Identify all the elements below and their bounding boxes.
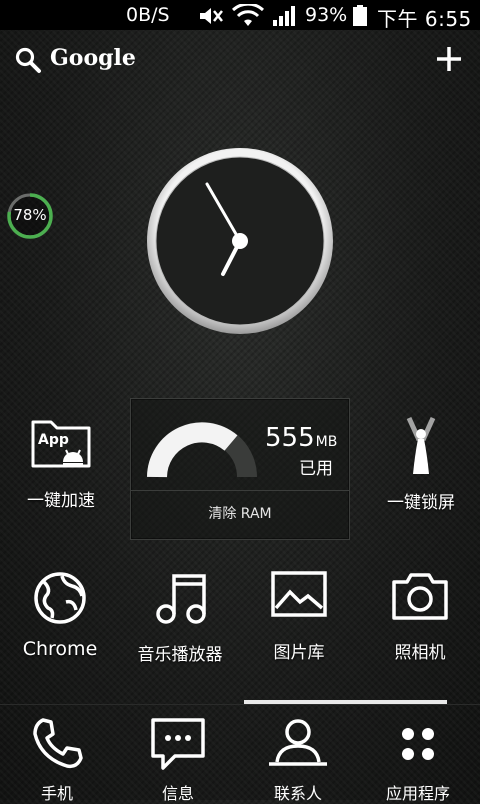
mute-icon: [200, 8, 223, 24]
apps-grid-icon: [402, 728, 434, 760]
search-icon[interactable]: [14, 46, 42, 74]
dock-apps-label: 应用程序: [385, 784, 450, 803]
fairy-icon: [406, 416, 436, 474]
camera-icon: [392, 573, 448, 620]
ram-used-label: 已用: [299, 459, 333, 479]
chrome-label: Chrome: [22, 638, 98, 660]
google-search-label[interactable]: Google: [50, 45, 136, 71]
memory-ring-label: 78%: [13, 206, 47, 224]
chrome-app[interactable]: Chrome: [18, 570, 102, 660]
message-icon: [151, 718, 205, 770]
lock-screen-shortcut[interactable]: 一键锁屏: [380, 414, 462, 513]
music-note-icon: [156, 574, 206, 624]
gallery-label: 图片库: [273, 643, 325, 663]
signal-icon: [273, 6, 295, 26]
status-bar-left-area: [0, 0, 96, 30]
camera-app[interactable]: 照相机: [378, 570, 462, 663]
dock-contacts-label: 联系人: [273, 784, 322, 803]
camera-label: 照相机: [394, 643, 446, 663]
wifi-icon: [232, 4, 264, 26]
dock-phone-label: 手机: [40, 784, 73, 803]
status-bar: 0B/S 93% 下午 6:55: [0, 0, 480, 31]
boost-label: 一键加速: [27, 491, 95, 511]
svg-text:App: App: [38, 432, 69, 448]
net-speed: 0B/S: [126, 4, 170, 26]
add-icon[interactable]: [434, 44, 464, 74]
ram-unit: MB: [315, 434, 338, 450]
phone-icon: [33, 718, 83, 769]
ram-used-value: 555MB: [265, 423, 338, 453]
dock-messages[interactable]: 信息: [123, 716, 233, 804]
boost-shortcut[interactable]: App 一键加速: [14, 414, 108, 511]
status-time: 下午 6:55: [377, 7, 472, 31]
music-player-app[interactable]: 音乐播放器: [128, 570, 232, 665]
music-player-label: 音乐播放器: [137, 645, 223, 665]
analog-clock[interactable]: [146, 147, 334, 335]
ram-divider: [131, 490, 349, 491]
clear-ram-button[interactable]: 清除 RAM: [131, 503, 349, 523]
dock-apps[interactable]: 应用程序: [363, 716, 473, 804]
dock-messages-label: 信息: [161, 784, 194, 803]
dock-separator: [0, 704, 480, 705]
app-folder-android-icon: App: [31, 420, 91, 468]
ram-widget[interactable]: 555MB 已用 清除 RAM: [130, 398, 350, 540]
ram-gauge: [147, 422, 257, 478]
dock-contacts[interactable]: 联系人: [243, 716, 353, 804]
lock-screen-label: 一键锁屏: [387, 493, 455, 513]
dock-phone[interactable]: 手机: [2, 716, 112, 804]
contact-icon: [269, 719, 327, 766]
gallery-icon: [271, 571, 327, 617]
globe-icon: [34, 572, 86, 624]
dock-active-indicator: [244, 700, 447, 704]
battery-percent: 93%: [305, 4, 348, 26]
gallery-app[interactable]: 图片库: [254, 570, 344, 663]
battery-icon: [353, 5, 367, 26]
